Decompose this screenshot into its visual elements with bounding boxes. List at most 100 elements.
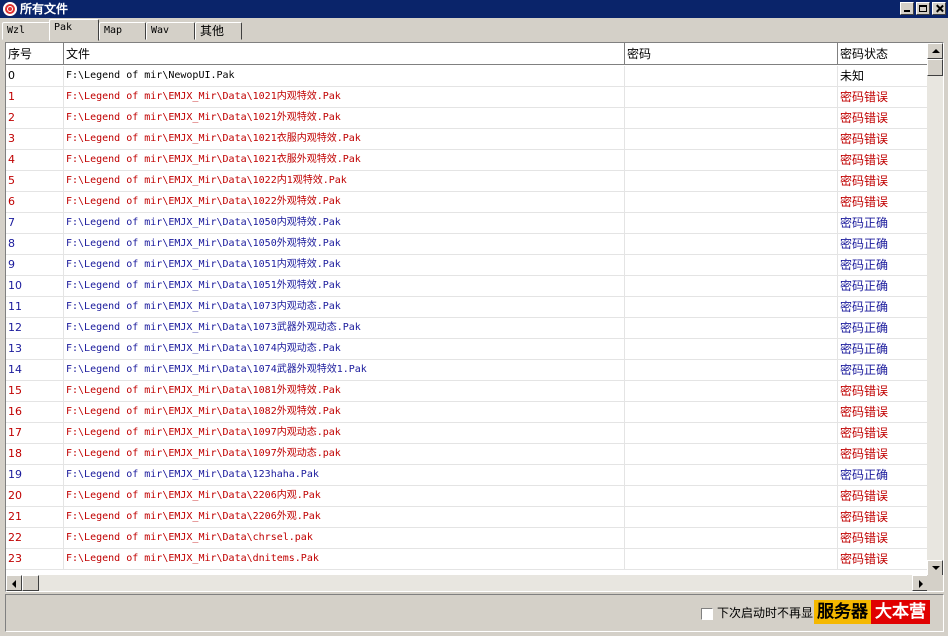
row-password [625, 171, 838, 192]
arrow-down-icon [932, 566, 940, 570]
row-password [625, 318, 838, 339]
row-password-status: 密码正确 [838, 234, 928, 255]
scroll-up-button[interactable] [927, 43, 943, 59]
row-password [625, 66, 838, 87]
row-file-path: F:\Legend of mir\EMJX_Mir\Data\1097外观动态.… [64, 444, 625, 465]
row-file-path: F:\Legend of mir\EMJX_Mir\Data\1050内观特效.… [64, 213, 625, 234]
row-password-status: 密码错误 [838, 87, 928, 108]
table-row[interactable]: 12 F:\Legend of mir\EMJX_Mir\Data\1073武器外… [6, 318, 928, 339]
table-row[interactable]: 22 F:\Legend of mir\EMJX_Mir\Data\chrsel.… [6, 528, 928, 549]
vertical-scroll-thumb[interactable] [927, 59, 943, 76]
dont-show-again-label[interactable]: 下次启动时不再显 [717, 605, 813, 621]
row-password [625, 234, 838, 255]
row-file-path: F:\Legend of mir\EMJX_Mir\Data\1021衣服内观特… [64, 129, 625, 150]
table-row[interactable]: 23 F:\Legend of mir\EMJX_Mir\Data\dnitems… [6, 549, 928, 570]
table-row[interactable]: 11 F:\Legend of mir\EMJX_Mir\Data\1073内观动… [6, 297, 928, 318]
row-password-status: 密码错误 [838, 444, 928, 465]
arrow-right-icon [919, 580, 923, 588]
scroll-down-button[interactable] [927, 560, 943, 576]
title-bar: 所有文件 [0, 0, 948, 18]
row-file-path: F:\Legend of mir\EMJX_Mir\Data\1022内1观特效… [64, 171, 625, 192]
table-row[interactable]: 3 F:\Legend of mir\EMJX_Mir\Data\1021衣服内观… [6, 129, 928, 150]
row-password-status: 密码错误 [838, 171, 928, 192]
row-index: 22 [6, 528, 64, 549]
row-password [625, 192, 838, 213]
row-file-path: F:\Legend of mir\EMJX_Mir\Data\1074武器外观特… [64, 360, 625, 381]
row-file-path: F:\Legend of mir\EMJX_Mir\Data\1074内观动态.… [64, 339, 625, 360]
table-row[interactable]: 2 F:\Legend of mir\EMJX_Mir\Data\1021外观特效… [6, 108, 928, 129]
row-file-path: F:\Legend of mir\EMJX_Mir\Data\1021内观特效.… [64, 87, 625, 108]
row-password-status: 密码错误 [838, 507, 928, 528]
scroll-right-button[interactable] [912, 575, 928, 591]
scroll-left-button[interactable] [6, 575, 22, 591]
minimize-button[interactable] [900, 2, 914, 15]
row-file-path: F:\Legend of mir\EMJX_Mir\Data\chrsel.pa… [64, 528, 625, 549]
close-button[interactable] [932, 2, 946, 15]
tab-strip: Wzl Pak Map Wav 其他 [0, 19, 948, 41]
maximize-button[interactable] [916, 2, 930, 15]
row-password [625, 213, 838, 234]
table-row[interactable]: 14 F:\Legend of mir\EMJX_Mir\Data\1074武器外… [6, 360, 928, 381]
row-password [625, 528, 838, 549]
table-row[interactable]: 6 F:\Legend of mir\EMJX_Mir\Data\1022外观特效… [6, 192, 928, 213]
watermark-logo: 服务器 大本营 [814, 600, 930, 624]
row-password [625, 150, 838, 171]
row-password-status: 密码错误 [838, 528, 928, 549]
column-header-index[interactable]: 序号 [6, 43, 64, 65]
dont-show-again-checkbox[interactable] [701, 608, 713, 620]
table-row[interactable]: 19 F:\Legend of mir\EMJX_Mir\Data\123haha… [6, 465, 928, 486]
row-password [625, 129, 838, 150]
tab-pak[interactable]: Pak [49, 19, 99, 41]
window-title: 所有文件 [20, 2, 69, 16]
horizontal-scrollbar[interactable] [6, 575, 928, 591]
row-password-status: 密码正确 [838, 465, 928, 486]
row-password [625, 423, 838, 444]
row-password [625, 297, 838, 318]
table-row[interactable]: 0 F:\Legend of mir\NewopUI.Pak 未知 [6, 66, 928, 87]
table-row[interactable]: 17 F:\Legend of mir\EMJX_Mir\Data\1097内观动… [6, 423, 928, 444]
table-row[interactable]: 10 F:\Legend of mir\EMJX_Mir\Data\1051外观特… [6, 276, 928, 297]
table-row[interactable]: 4 F:\Legend of mir\EMJX_Mir\Data\1021衣服外观… [6, 150, 928, 171]
row-password-status: 密码错误 [838, 423, 928, 444]
row-index: 9 [6, 255, 64, 276]
table-row[interactable]: 8 F:\Legend of mir\EMJX_Mir\Data\1050外观特效… [6, 234, 928, 255]
tab-map[interactable]: Map [99, 22, 146, 40]
row-index: 19 [6, 465, 64, 486]
watermark-part1: 服务器 [814, 600, 871, 624]
list-header: 序号 文件 密码 密码状态 [6, 43, 928, 65]
row-password [625, 255, 838, 276]
tab-other[interactable]: 其他 [195, 22, 242, 40]
table-row[interactable]: 1 F:\Legend of mir\EMJX_Mir\Data\1021内观特效… [6, 87, 928, 108]
row-password-status: 密码错误 [838, 150, 928, 171]
table-row[interactable]: 18 F:\Legend of mir\EMJX_Mir\Data\1097外观动… [6, 444, 928, 465]
table-row[interactable]: 20 F:\Legend of mir\EMJX_Mir\Data\2206内观.… [6, 486, 928, 507]
table-row[interactable]: 15 F:\Legend of mir\EMJX_Mir\Data\1081外观特… [6, 381, 928, 402]
row-password-status: 密码错误 [838, 549, 928, 570]
row-password-status: 密码正确 [838, 297, 928, 318]
table-row[interactable]: 21 F:\Legend of mir\EMJX_Mir\Data\2206外观.… [6, 507, 928, 528]
row-file-path: F:\Legend of mir\EMJX_Mir\Data\1021衣服外观特… [64, 150, 625, 171]
vertical-scrollbar[interactable] [927, 43, 943, 576]
row-index: 10 [6, 276, 64, 297]
table-row[interactable]: 7 F:\Legend of mir\EMJX_Mir\Data\1050内观特效… [6, 213, 928, 234]
watermark-part2: 大本营 [871, 600, 930, 624]
table-row[interactable]: 5 F:\Legend of mir\EMJX_Mir\Data\1022内1观特… [6, 171, 928, 192]
row-index: 21 [6, 507, 64, 528]
table-row[interactable]: 16 F:\Legend of mir\EMJX_Mir\Data\1082外观特… [6, 402, 928, 423]
file-list[interactable]: 序号 文件 密码 密码状态 0 F:\Legend of mir\NewopUI.… [5, 42, 944, 592]
row-password [625, 465, 838, 486]
tab-wzl[interactable]: Wzl [2, 22, 50, 40]
column-header-file[interactable]: 文件 [64, 43, 625, 65]
scrollbar-corner [927, 575, 943, 591]
table-row[interactable]: 9 F:\Legend of mir\EMJX_Mir\Data\1051内观特效… [6, 255, 928, 276]
row-file-path: F:\Legend of mir\EMJX_Mir\Data\1051外观特效.… [64, 276, 625, 297]
tab-wav[interactable]: Wav [146, 22, 195, 40]
column-header-password-status[interactable]: 密码状态 [838, 43, 928, 65]
table-row[interactable]: 13 F:\Legend of mir\EMJX_Mir\Data\1074内观动… [6, 339, 928, 360]
horizontal-scroll-thumb[interactable] [22, 575, 39, 591]
row-index: 14 [6, 360, 64, 381]
column-header-password[interactable]: 密码 [625, 43, 838, 65]
list-rows: 0 F:\Legend of mir\NewopUI.Pak 未知 1 F:\Legen… [6, 66, 928, 570]
row-file-path: F:\Legend of mir\EMJX_Mir\Data\dnitems.P… [64, 549, 625, 570]
row-password-status: 密码正确 [838, 276, 928, 297]
